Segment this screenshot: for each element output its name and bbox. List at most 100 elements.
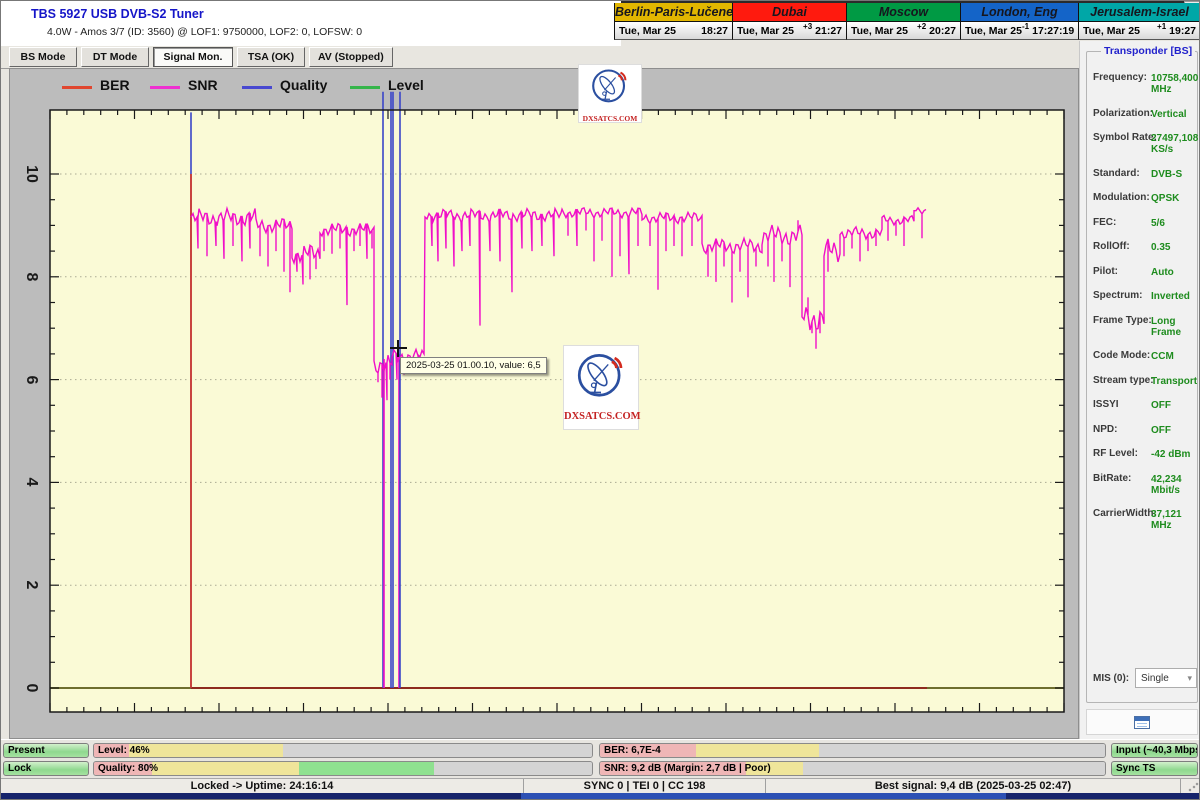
clock-column: Berlin-Paris-Lučenec Tue, Mar 25 18:27: [614, 3, 732, 40]
crosshair-cursor: [397, 340, 399, 357]
y-axis-tick-label: 10: [22, 165, 40, 183]
dxsatcs-logo-small: DXSATCS.COM: [579, 65, 641, 122]
transponder-title: Transponder [BS]: [1101, 45, 1195, 57]
mis-row: MIS (0): Single ▾: [1093, 668, 1197, 688]
transponder-value: DVB-S: [1151, 169, 1195, 180]
quality-bar-label: Quality: 80%: [98, 762, 158, 776]
tab-dt-mode[interactable]: DT Mode: [81, 47, 149, 67]
disk-icon: [1134, 716, 1150, 729]
clock-city-label: Jerusalem-Israel: [1079, 3, 1200, 22]
transponder-row: Modulation: QPSK: [1093, 192, 1195, 204]
save-snapshot-button[interactable]: [1086, 709, 1198, 735]
clock-utc-offset: +1: [1157, 22, 1166, 31]
present-indicator: Present: [3, 743, 89, 758]
y-axis-tick-label: 2: [22, 581, 40, 590]
signal-chart-region[interactable]: BER SNR Quality Level 0246810: [9, 68, 1079, 739]
chevron-down-icon: ▾: [1187, 673, 1192, 684]
y-axis-tick-label: 8: [22, 272, 40, 281]
mode-tabbar: BS Mode DT Mode Signal Mon. TSA (OK) AV …: [9, 47, 393, 68]
transponder-row: Symbol Rate: 27497,108 KS/s: [1093, 132, 1195, 155]
taskbar-edge: [1, 793, 1200, 800]
transponder-row: RF Level: -42 dBm: [1093, 448, 1195, 460]
mis-dropdown[interactable]: Single ▾: [1135, 668, 1197, 688]
transponder-value: -42 dBm: [1151, 449, 1195, 460]
y-axis-tick-label: 0: [22, 684, 40, 693]
clock-column: London, Eng Tue, Mar 25 -1 17:27:19: [960, 3, 1078, 40]
dxsatcs-text: DXSATCS.COM: [579, 114, 641, 123]
y-axis-tick-label: 4: [22, 478, 40, 487]
snr-bar: SNR: 9,2 dB (Margin: 2,7 dB | Poor): [599, 761, 1106, 776]
clock-time-row: Tue, Mar 25 +1 19:27: [1079, 22, 1200, 39]
clock-time: 20:27: [929, 25, 956, 37]
resize-grip[interactable]: [1187, 781, 1199, 792]
transponder-row: Spectrum: Inverted: [1093, 290, 1195, 302]
transponder-row: BitRate: 42,234 Mbit/s: [1093, 473, 1195, 496]
mis-label: MIS (0):: [1093, 673, 1129, 684]
app-window: TBS 5927 USB DVB-S2 Tuner 4.0W - Amos 3/…: [0, 0, 1200, 800]
status-sync-counters: SYNC 0 | TEI 0 | CC 198: [524, 779, 766, 794]
ber-bar-label: BER: 6,7E-4: [604, 744, 661, 758]
clock-utc-offset: +2: [917, 22, 926, 31]
status-lock-uptime: Locked -> Uptime: 24:16:14: [1, 779, 524, 794]
transponder-value: Long Frame: [1151, 316, 1195, 338]
clock-date: Tue, Mar 25: [965, 25, 1022, 37]
transponder-value: Vertical: [1151, 109, 1195, 120]
transponder-rows: Frequency: 10758,400 MHz Polarization: V…: [1093, 72, 1195, 544]
clock-time-row: Tue, Mar 25 -1 17:27:19: [961, 22, 1078, 39]
transponder-value: 42,234 Mbit/s: [1151, 474, 1195, 496]
transponder-value: Inverted: [1151, 291, 1195, 302]
transponder-row: ISSYI OFF: [1093, 399, 1195, 411]
transponder-row: Stream type: Transport: [1093, 375, 1195, 387]
chart-tooltip: 2025-03-25 01.00.10, value: 6,5: [400, 357, 547, 374]
clock-city-label: London, Eng: [961, 3, 1078, 22]
clock-column: Dubai Tue, Mar 25 +3 21:27: [732, 3, 846, 40]
legend-label: Level: [388, 77, 424, 93]
clock-time: 18:27: [701, 25, 728, 37]
y-axis-tick-label: 6: [22, 375, 40, 384]
snr-bar-label: SNR: 9,2 dB (Margin: 2,7 dB | Poor): [604, 762, 771, 776]
transponder-value: 10758,400 MHz: [1151, 73, 1195, 95]
satellite-dish-icon: [587, 67, 633, 109]
clock-time: 17:27:19: [1032, 25, 1074, 37]
signal-bars-strip: Present Level: 46% BER: 6,7E-4 Input (~4…: [1, 739, 1200, 778]
world-clocks: Berlin-Paris-Lučenec Tue, Mar 25 18:27 D…: [614, 3, 1200, 40]
taskbar-highlight: [521, 793, 1006, 800]
clock-date: Tue, Mar 25: [619, 25, 676, 37]
dxsatcs-text: DXSATCS.COM: [564, 411, 638, 422]
transponder-row: RollOff: 0.35: [1093, 241, 1195, 253]
clock-time: 21:27: [815, 25, 842, 37]
transponder-value: 5/6: [1151, 218, 1195, 229]
tab-signal-mon[interactable]: Signal Mon.: [153, 47, 233, 67]
ber-bar: BER: 6,7E-4: [599, 743, 1106, 758]
transponder-groupbox: Transponder [BS] Frequency: 10758,400 MH…: [1086, 51, 1198, 703]
clock-column: Moscow Tue, Mar 25 +2 20:27: [846, 3, 960, 40]
clock-city-label: Dubai: [733, 3, 846, 22]
lock-indicator: Lock: [3, 761, 89, 776]
transponder-row: Frequency: 10758,400 MHz: [1093, 72, 1195, 95]
tab-av[interactable]: AV (Stopped): [309, 47, 393, 67]
snr-swatch: [150, 86, 180, 89]
transponder-value: OFF: [1151, 400, 1195, 411]
quality-swatch: [242, 86, 272, 89]
tab-tsa[interactable]: TSA (OK): [237, 47, 305, 67]
transponder-value: OFF: [1151, 425, 1195, 436]
page-title: TBS 5927 USB DVB-S2 Tuner: [31, 7, 204, 21]
sync-ts-indicator: Sync TS: [1111, 761, 1198, 776]
satellite-dish-icon: [572, 350, 630, 406]
legend-label: Quality: [280, 77, 327, 93]
transponder-row: Pilot: Auto: [1093, 266, 1195, 278]
transponder-value: 37,121 MHz: [1151, 509, 1195, 531]
clock-date: Tue, Mar 25: [851, 25, 908, 37]
transponder-row: CarrierWidth: 37,121 MHz: [1093, 508, 1195, 531]
transponder-row: NPD: OFF: [1093, 424, 1195, 436]
level-bar: Level: 46%: [93, 743, 593, 758]
dxsatcs-logo-large: DXSATCS.COM: [564, 346, 638, 429]
clock-time-row: Tue, Mar 25 18:27: [615, 22, 732, 39]
transponder-row: FEC: 5/6: [1093, 217, 1195, 229]
transponder-row: Polarization: Vertical: [1093, 108, 1195, 120]
tab-bs-mode[interactable]: BS Mode: [9, 47, 77, 67]
signal-chart[interactable]: [10, 69, 1080, 740]
statusbar: Locked -> Uptime: 24:16:14 SYNC 0 | TEI …: [1, 778, 1200, 793]
transponder-value: Auto: [1151, 267, 1195, 278]
transponder-value: QPSK: [1151, 193, 1195, 204]
